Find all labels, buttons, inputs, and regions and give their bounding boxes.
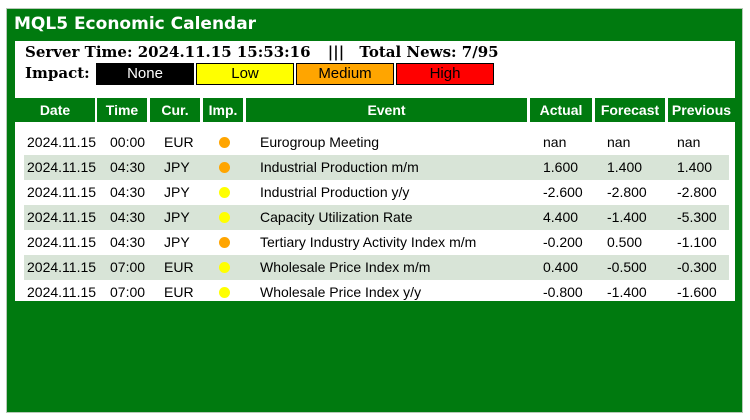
total-news: Total News: 7/95	[359, 43, 499, 61]
cell-event: Industrial Production m/m	[260, 159, 419, 175]
table-row: 2024.11.15 04:30 JPY Tertiary Industry Acti…	[24, 230, 729, 255]
cell-event: Industrial Production y/y	[260, 184, 410, 200]
impact-medium-button[interactable]: Medium	[296, 63, 394, 85]
impact-none-button[interactable]: None	[96, 63, 194, 85]
cell-actual: -0.200	[543, 234, 583, 250]
header-actual: Actual	[530, 98, 592, 122]
impact-low-dot-icon	[219, 212, 230, 223]
cell-actual: -2.600	[543, 184, 583, 200]
table-row: 2024.11.15 07:00 EUR Wholesale Price Index …	[24, 255, 729, 280]
cell-previous: 1.400	[677, 159, 713, 175]
impact-low-dot-icon	[219, 187, 230, 198]
impact-low-button[interactable]: Low	[196, 63, 294, 85]
window-title: MQL5 Economic Calendar	[14, 14, 257, 34]
cell-forecast: -0.500	[607, 259, 647, 275]
impact-medium-dot-icon	[219, 162, 230, 173]
cell-forecast: nan	[607, 134, 631, 150]
cell-event: Tertiary Industry Activity Index m/m	[260, 234, 477, 250]
header-event: Event	[246, 98, 527, 122]
cell-time: 04:30	[110, 234, 146, 250]
impact-medium-dot-icon	[219, 137, 230, 148]
info-line: Server Time: 2024.11.15 15:53:16 ||| Tot…	[25, 43, 499, 61]
cell-currency: JPY	[164, 209, 190, 225]
cell-time: 00:00	[110, 134, 146, 150]
header-forecast: Forecast	[595, 98, 665, 122]
events-table: 2024.11.15 00:00 EUR Eurogroup Meeting nan na…	[21, 126, 733, 301]
cell-forecast: 0.500	[607, 234, 643, 250]
cell-actual: 4.400	[543, 209, 579, 225]
cell-actual: nan	[543, 134, 567, 150]
header-date: Date	[15, 98, 95, 122]
cell-currency: JPY	[164, 234, 190, 250]
cell-forecast: -1.400	[607, 209, 647, 225]
cell-currency: JPY	[164, 159, 190, 175]
cell-date: 2024.11.15	[27, 159, 97, 175]
cell-time: 04:30	[110, 184, 146, 200]
calendar-panel: Server Time: 2024.11.15 15:53:16 ||| Tot…	[15, 41, 735, 405]
header-currency: Cur.	[150, 98, 200, 122]
cell-previous: -5.300	[677, 209, 717, 225]
cell-currency: EUR	[164, 259, 194, 275]
cell-time: 07:00	[110, 259, 146, 275]
cell-event: Eurogroup Meeting	[260, 134, 380, 150]
cell-currency: JPY	[164, 184, 190, 200]
impact-low-dot-icon	[219, 262, 230, 273]
impact-medium-dot-icon	[219, 237, 230, 248]
cell-actual: 0.400	[543, 259, 579, 275]
impact-high-button[interactable]: High	[396, 63, 494, 85]
server-time: Server Time: 2024.11.15 15:53:16	[25, 43, 311, 61]
cell-date: 2024.11.15	[27, 134, 97, 150]
header-previous: Previous	[668, 98, 735, 122]
cell-currency: EUR	[164, 134, 194, 150]
cell-previous: nan	[677, 134, 701, 150]
impact-low-dot-icon	[219, 287, 230, 298]
header-time: Time	[97, 98, 147, 122]
cell-date: 2024.11.15	[27, 184, 97, 200]
cell-event: Wholesale Price Index m/m	[260, 259, 431, 275]
cell-previous: -2.800	[677, 184, 717, 200]
cell-time: 04:30	[110, 209, 146, 225]
table-row: 2024.11.15 00:00 EUR Eurogroup Meeting nan na…	[24, 130, 729, 155]
header-impact: Imp.	[203, 98, 243, 122]
impact-label: Impact:	[25, 64, 90, 82]
cell-forecast: 1.400	[607, 159, 643, 175]
cell-actual: 1.600	[543, 159, 579, 175]
cell-event: Capacity Utilization Rate	[260, 209, 413, 225]
cell-date: 2024.11.15	[27, 234, 97, 250]
table-row: 2024.11.15 04:30 JPY Industrial Production …	[24, 180, 729, 205]
cell-previous: -1.100	[677, 234, 717, 250]
cell-date: 2024.11.15	[27, 259, 97, 275]
table-row: 2024.11.15 04:30 JPY Capacity Utilization R…	[24, 205, 729, 230]
info-separator: |||	[327, 43, 345, 61]
cell-date: 2024.11.15	[27, 209, 97, 225]
empty-table-area	[15, 301, 735, 405]
cell-previous: -0.300	[677, 259, 717, 275]
calendar-window: MQL5 Economic Calendar Server Time: 2024…	[6, 8, 743, 413]
cell-forecast: -2.800	[607, 184, 647, 200]
cell-time: 04:30	[110, 159, 146, 175]
table-row: 2024.11.15 04:30 JPY Industrial Production …	[24, 155, 729, 180]
